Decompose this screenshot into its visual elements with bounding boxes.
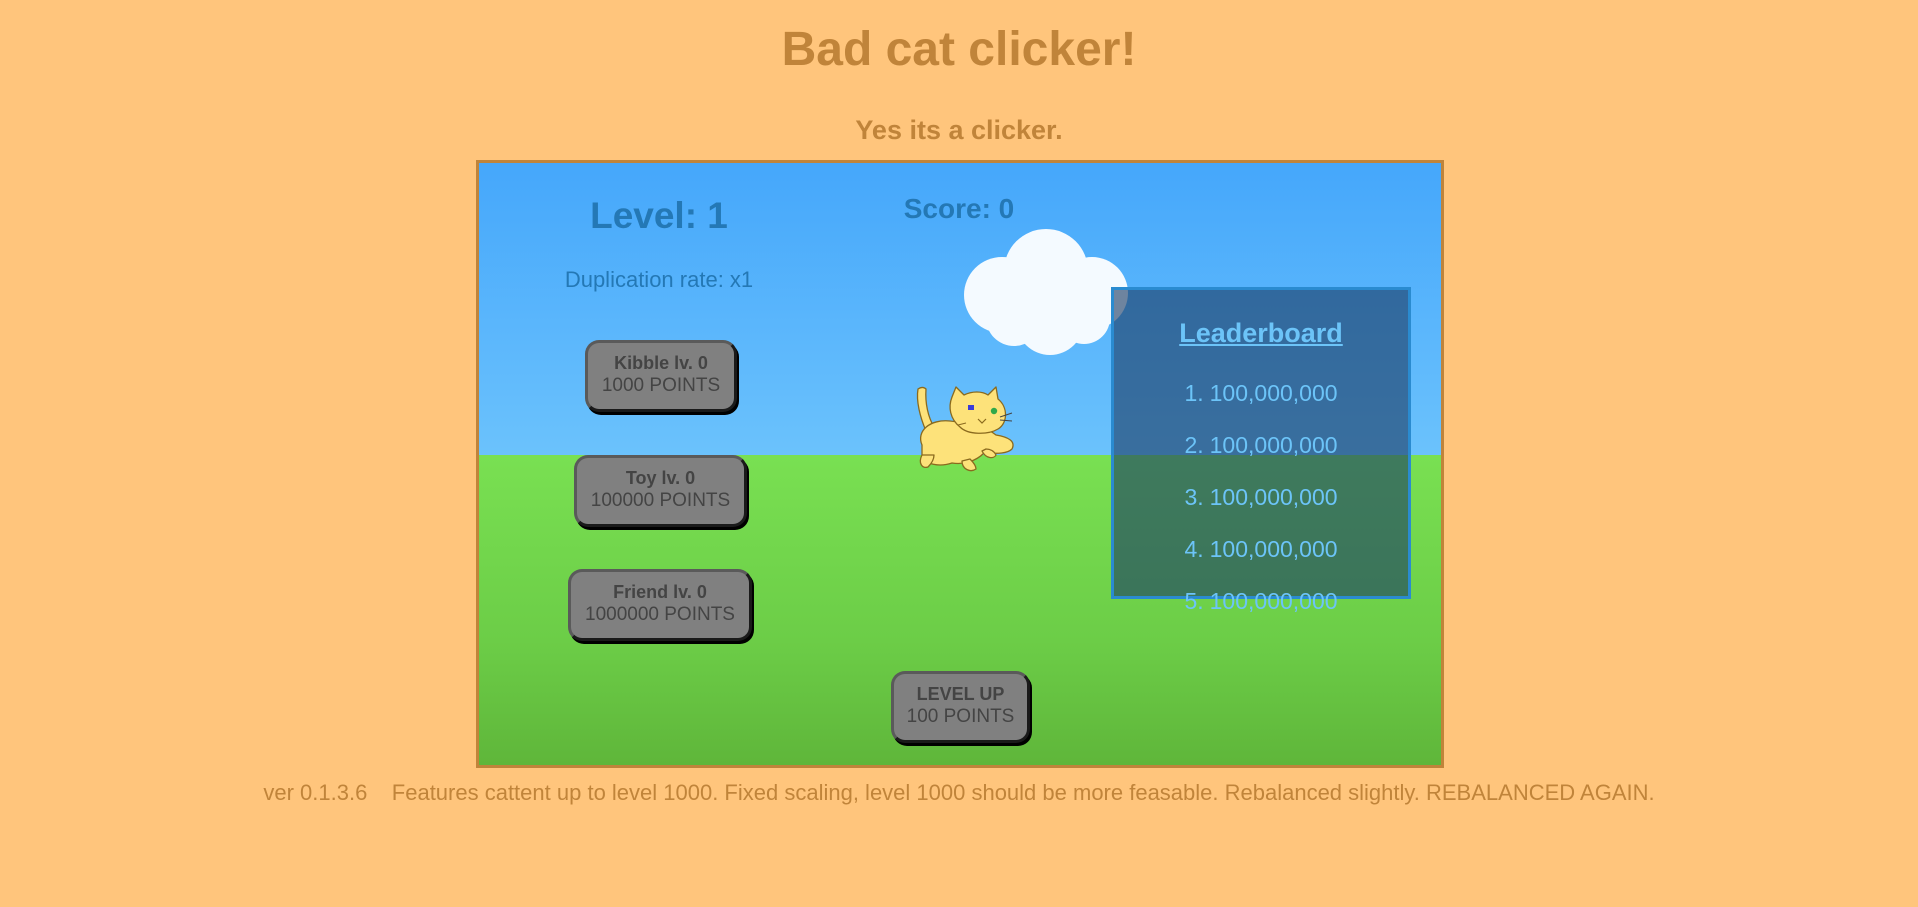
kibble-upgrade-button[interactable]: Kibble lv. 0 1000 POINTS xyxy=(585,340,737,412)
leaderboard-title: Leaderboard xyxy=(1179,318,1343,348)
version-footer: ver 0.1.3.6 Features cattent up to level… xyxy=(0,780,1918,806)
leaderboard-rank: 5. xyxy=(1184,588,1204,614)
duplication-rate: Duplication rate: x1 xyxy=(564,267,754,292)
level-up-cost: 100 POINTS xyxy=(906,706,1015,727)
leaderboard-score: 100,000,000 xyxy=(1209,432,1338,458)
cat-icon[interactable] xyxy=(904,383,1019,478)
toy-upgrade-button[interactable]: Toy lv. 0 100000 POINTS xyxy=(574,455,747,527)
leaderboard-rank: 1. xyxy=(1184,380,1204,406)
leaderboard-entry: 4. 100,000,000 xyxy=(1114,536,1408,563)
leaderboard-entry: 3. 100,000,000 xyxy=(1114,484,1408,511)
score-display: Score: 0 xyxy=(903,193,1015,224)
upgrade-cost: 1000000 POINTS xyxy=(585,604,735,625)
level-display: Level: 1 xyxy=(590,195,728,236)
friend-upgrade-button[interactable]: Friend lv. 0 1000000 POINTS xyxy=(568,569,752,641)
leaderboard-score: 100,000,000 xyxy=(1209,536,1338,562)
leaderboard-rank: 4. xyxy=(1184,536,1204,562)
leaderboard-entry: 1. 100,000,000 xyxy=(1114,380,1408,407)
version-number: ver 0.1.3.6 xyxy=(263,780,368,805)
level-up-button[interactable]: LEVEL UP 100 POINTS xyxy=(891,671,1030,743)
upgrade-cost: 1000 POINTS xyxy=(601,375,721,396)
game-area: Level: 1 Score: 0 Duplication rate: x1 K… xyxy=(476,160,1444,768)
upgrade-name: Toy lv. 0 xyxy=(625,468,696,488)
leaderboard-rank: 3. xyxy=(1184,484,1204,510)
leaderboard-score: 100,000,000 xyxy=(1209,588,1338,614)
leaderboard-score: 100,000,000 xyxy=(1209,380,1338,406)
upgrade-name: Kibble lv. 0 xyxy=(614,353,708,373)
page-title: Bad cat clicker! xyxy=(781,23,1137,76)
leaderboard-panel: Leaderboard 1. 100,000,000 2. 100,000,000 … xyxy=(1111,287,1411,614)
leaderboard-entry: 5. 100,000,000 xyxy=(1114,588,1408,615)
level-up-label: LEVEL UP xyxy=(916,684,1005,704)
leaderboard-score: 100,000,000 xyxy=(1209,484,1338,510)
page-subtitle: Yes its a clicker. xyxy=(855,115,1063,145)
release-notes: Features cattent up to level 1000. Fixed… xyxy=(391,780,1655,805)
leaderboard-rank: 2. xyxy=(1184,432,1204,458)
upgrade-name: Friend lv. 0 xyxy=(613,582,707,602)
cloud-icon xyxy=(964,229,1128,355)
upgrade-cost: 100000 POINTS xyxy=(590,490,731,511)
leaderboard-entry: 2. 100,000,000 xyxy=(1114,432,1408,459)
